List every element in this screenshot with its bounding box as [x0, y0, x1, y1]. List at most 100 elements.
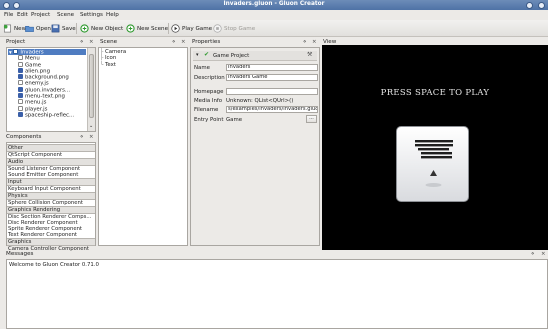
scroll-down-icon[interactable]: ⌄ [89, 123, 93, 129]
script-file-icon [18, 80, 23, 86]
open-button[interactable]: Open [25, 22, 51, 35]
new-icon [3, 24, 12, 33]
open-label: Open [36, 25, 51, 32]
component-category[interactable]: Input [7, 178, 95, 186]
project-tree: ▾ Invaders Menu Game alien.png backgroun… [6, 47, 96, 132]
component-category[interactable]: Audio [7, 158, 95, 166]
project-dock-header: Project ⋄ × [6, 39, 96, 47]
image-file-icon [18, 86, 23, 92]
game-press-space-text: PRESS SPACE TO PLAY [380, 88, 490, 98]
game-icon [396, 126, 469, 202]
invader-grid-icon [415, 140, 453, 187]
script-file-icon [18, 105, 23, 111]
menu-scene[interactable]: Scene [57, 12, 74, 18]
window-title: Invaders.gluon - Gluon Creator [223, 1, 325, 7]
dock-close-icon[interactable]: × [312, 39, 317, 45]
scene-item-text[interactable]: └ Text [100, 62, 186, 68]
messages-dock-title: Messages [6, 251, 34, 257]
dock-close-icon[interactable]: × [89, 134, 94, 140]
menu-settings[interactable]: Settings [80, 12, 103, 18]
window-close-icon[interactable] [538, 1, 545, 9]
menu-help[interactable]: Help [106, 12, 119, 18]
image-file-icon [18, 111, 23, 117]
save-button[interactable]: Save [51, 22, 76, 35]
component-category[interactable]: Graphics Rendering [7, 206, 95, 214]
prop-homepage-field[interactable] [226, 88, 318, 95]
properties-header-row: ▾ ✔ Game Project ⚒ [193, 51, 317, 61]
new-object-button[interactable]: New Object [80, 22, 123, 35]
prop-filename-label: Filename [194, 107, 219, 113]
scene-tree: ├ Camera ├ Icon └ Text [98, 47, 188, 246]
entry-point-browse-button[interactable]: ... [306, 115, 317, 123]
collapse-arrow-icon[interactable]: ▾ [196, 52, 199, 58]
scene-dock-header: Scene ⋄ × [98, 39, 188, 47]
component-category[interactable]: Other [7, 144, 95, 152]
toolbar-separator [76, 23, 77, 34]
properties-dock-header: Properties ⋄ × [190, 39, 320, 47]
menu-file[interactable]: File [4, 12, 13, 18]
dock-float-icon[interactable]: ⋄ [80, 39, 83, 45]
prop-filename-field[interactable]: s/examples/invaders/invaders.gluon [226, 106, 318, 113]
new-object-label: New Object [91, 25, 124, 32]
script-file-icon [18, 99, 23, 105]
play-game-label: Play Game [182, 25, 213, 32]
dock-close-icon[interactable]: × [181, 39, 186, 45]
image-file-icon [18, 67, 23, 73]
image-file-icon [18, 93, 23, 99]
messages-dock-header: Messages ⋄ × [6, 251, 548, 259]
component-category[interactable]: Physics [7, 192, 95, 200]
prop-media-info-label: Media Info [194, 98, 223, 104]
new-scene-button[interactable]: New Scene [126, 22, 168, 35]
main-toolbar: New Open Save New Object New Scene Play … [0, 20, 548, 37]
component-item[interactable]: Sphere Collision Component [7, 200, 95, 206]
prop-description-field[interactable]: Invaders Game [226, 74, 318, 81]
project-tree-scrollbar[interactable]: ⌄ [87, 48, 95, 131]
component-category[interactable]: Graphics [7, 238, 95, 246]
prop-entry-point-label: Entry Point [194, 117, 224, 123]
dock-float-icon[interactable]: ⋄ [172, 39, 175, 45]
dock-close-icon[interactable]: × [541, 251, 546, 257]
scene-dock-title: Scene [100, 39, 118, 45]
properties-panel: ▾ ✔ Game Project ⚒ Name Invaders Descrip… [190, 47, 320, 246]
window-titlebar: Invaders.gluon - Gluon Creator [0, 0, 548, 10]
messages-log: Welcome to Gluon Creator 0.71.0 [6, 259, 548, 329]
project-scrollbar-thumb[interactable] [89, 54, 94, 118]
stop-icon [213, 24, 222, 33]
tree-item-spaceship-reflec[interactable]: spaceship-reflec... [8, 111, 86, 118]
message-line: Welcome to Gluon Creator 0.71.0 [9, 262, 99, 268]
prop-entry-point-value: Game [226, 117, 243, 123]
prop-description-label: Description [194, 75, 225, 81]
menu-project[interactable]: Project [31, 12, 50, 18]
wrench-icon[interactable]: ⚒ [307, 51, 312, 58]
menu-bar: File Edit Project Scene Settings Help [0, 10, 548, 20]
scene-icon [18, 55, 23, 61]
scene-tree-list: ├ Camera ├ Icon └ Text [100, 49, 186, 68]
new-scene-label: New Scene [137, 25, 169, 32]
components-dock-title: Components [6, 134, 42, 140]
toolbar-separator [168, 23, 169, 34]
prop-media-info-value: Unknown: QList<QUrl>() [226, 98, 294, 104]
properties-dock-title: Properties [192, 39, 221, 45]
window-minimize-icon[interactable] [526, 1, 533, 9]
prop-name-label: Name [194, 65, 210, 71]
add-scene-icon [126, 24, 135, 33]
stop-game-button[interactable]: Stop Game [213, 22, 255, 35]
properties-object-name: Game Project [213, 53, 250, 59]
play-game-button[interactable]: Play Game [171, 22, 212, 35]
dock-float-icon[interactable]: ⋄ [303, 39, 306, 45]
menu-edit[interactable]: Edit [17, 12, 28, 18]
dock-float-icon[interactable]: ⋄ [531, 251, 534, 257]
stop-game-label: Stop Game [224, 25, 256, 32]
project-dock-title: Project [6, 39, 26, 45]
prop-homepage-label: Homepage [194, 89, 224, 95]
components-list: Other QtScript Component Audio Sound Lis… [6, 142, 96, 252]
project-tree-list: ▾ Invaders Menu Game alien.png backgroun… [8, 49, 86, 118]
save-label: Save [62, 25, 76, 32]
new-button[interactable]: New [3, 22, 26, 35]
prop-name-field[interactable]: Invaders [226, 64, 318, 71]
dock-float-icon[interactable]: ⋄ [80, 134, 83, 140]
game-view[interactable]: PRESS SPACE TO PLAY [322, 45, 548, 250]
save-icon [51, 24, 60, 33]
dock-close-icon[interactable]: × [89, 39, 94, 45]
play-icon [171, 24, 180, 33]
